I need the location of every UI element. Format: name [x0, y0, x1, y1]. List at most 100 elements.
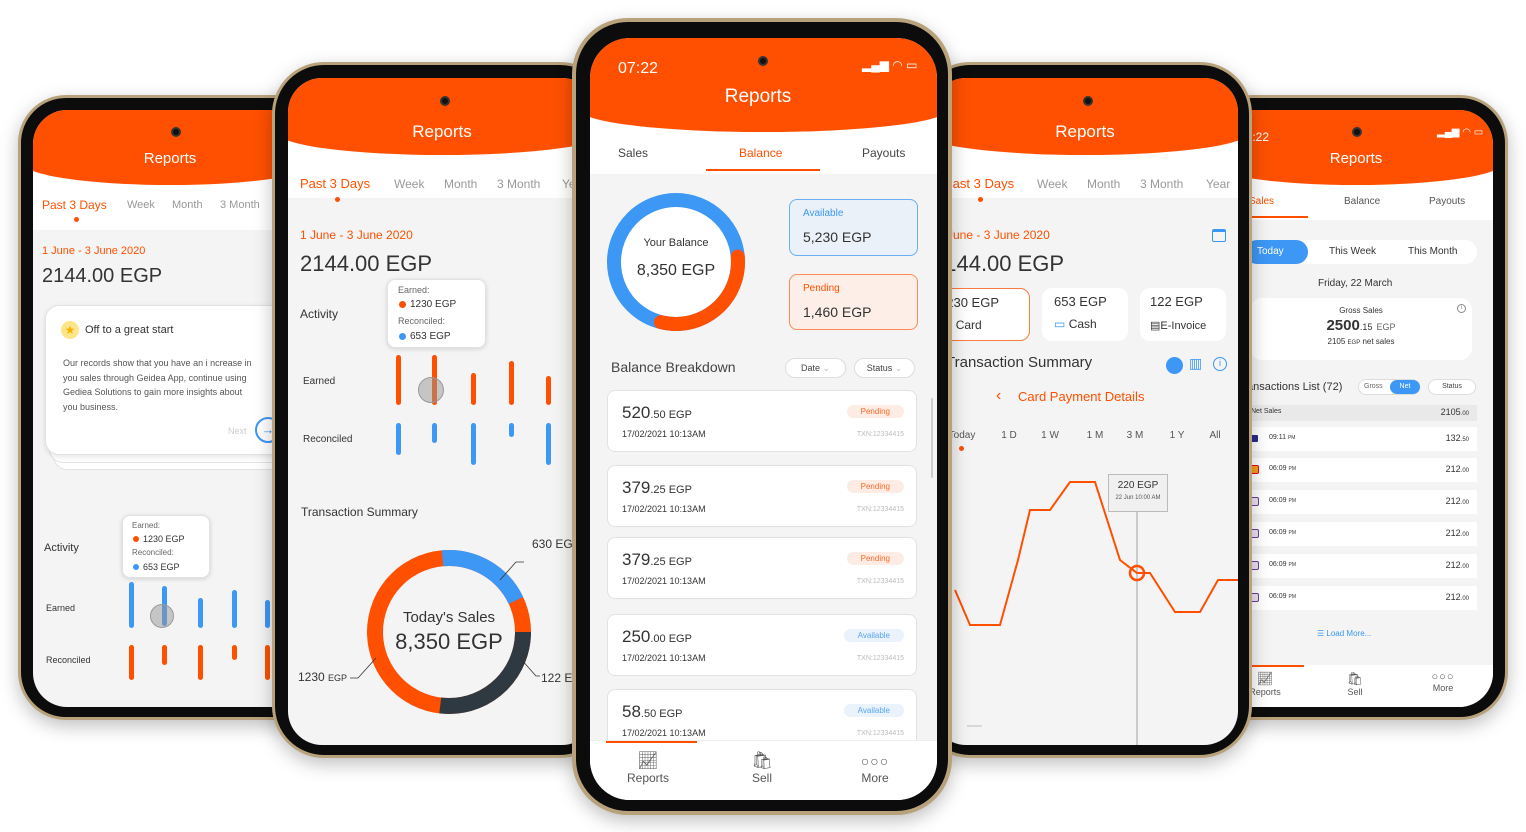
tab-sales[interactable]: Sales	[618, 146, 648, 160]
range-tab[interactable]: 1 Y	[1170, 430, 1185, 441]
amount-dec: .50 EGP	[650, 409, 692, 421]
earned-bar	[471, 373, 476, 405]
row-time: 06:09 PM	[1269, 593, 1296, 600]
range-tab[interactable]: 1 M	[1087, 430, 1104, 441]
range-tab[interactable]: 3 M	[1127, 430, 1144, 441]
nav-sell[interactable]: 🛍︎ Sell	[1347, 671, 1364, 697]
period-this-week[interactable]: This Week	[1329, 246, 1376, 257]
method-card-einvoice[interactable]: 122 EGP ▤E-Invoice	[1140, 288, 1226, 341]
range-tab[interactable]: Today	[949, 430, 976, 441]
tab-week[interactable]: Week	[127, 199, 155, 211]
transaction-row[interactable]: 06:09 PM 212.00	[1245, 554, 1477, 578]
range-tab[interactable]: 1 W	[1041, 430, 1059, 441]
status-badge: Pending	[846, 480, 904, 493]
tab-balance[interactable]: Balance	[1344, 196, 1380, 207]
tab-payouts[interactable]: Payouts	[862, 146, 905, 160]
row-time-value: 06:09	[1269, 529, 1287, 536]
toggle-net[interactable]: Net	[1390, 380, 1420, 394]
balance-breakdown-title: Balance Breakdown	[611, 359, 736, 375]
tooltip-reconciled-value: 653 EGP	[143, 562, 180, 572]
insight-body: Our records show that you have an i ncre…	[63, 358, 252, 412]
row-time: 06:09 PM	[1269, 465, 1296, 472]
tab-sales[interactable]: Sales	[1249, 196, 1274, 207]
pending-card[interactable]: Pending 1,460 EGP	[789, 274, 918, 330]
info-icon[interactable]: i	[1457, 304, 1466, 313]
tab-past-3-days[interactable]: Past 3 Days	[944, 176, 1014, 191]
tab-payouts[interactable]: Payouts	[1429, 196, 1465, 207]
tab-3-month[interactable]: 3 Month	[497, 177, 540, 191]
load-more-label: Load More...	[1326, 629, 1372, 638]
nav-reports-label: Reports	[1249, 687, 1281, 697]
tab-past-3-days[interactable]: Past 3 Days	[300, 176, 370, 191]
pie-chart-icon[interactable]	[1166, 357, 1183, 374]
load-more-button[interactable]: ☰ Load More...	[1317, 629, 1371, 638]
card-payment-details-title: Card Payment Details	[1018, 389, 1145, 404]
method-card-cash[interactable]: 653 EGP ▭ Cash	[1042, 288, 1128, 341]
tab-3-month[interactable]: 3 Month	[220, 199, 260, 211]
next-label: Next	[228, 426, 247, 436]
transaction-row[interactable]: 09:11 PM 132.50	[1245, 427, 1477, 451]
camera-icon	[758, 56, 768, 66]
status-badge: Pending	[846, 405, 904, 418]
range-tab[interactable]: 1 D	[1001, 430, 1017, 441]
status-filter[interactable]: Status	[1428, 379, 1476, 395]
period-this-month[interactable]: This Month	[1408, 246, 1457, 257]
transaction-row[interactable]: 06:09 PM 212.00	[1245, 490, 1477, 514]
item-txn: TXN:12334415	[856, 431, 904, 438]
back-chevron-icon[interactable]: ‹	[996, 387, 1001, 405]
transaction-row[interactable]: 06:09 PM 212.00	[1245, 586, 1477, 610]
nav-reports[interactable]: 📈︎ Reports	[1249, 671, 1281, 697]
balance-list-item[interactable]: 250.00 EGP 17/02/2021 10:13AM Available …	[607, 614, 917, 676]
gross-int: 2500	[1326, 317, 1360, 334]
transaction-row[interactable]: 06:09 PM 212.00	[1245, 458, 1477, 482]
available-card[interactable]: Available 5,230 EGP	[789, 199, 918, 256]
date-range: 1 June - 3 June 2020	[42, 245, 146, 257]
chevron-down-icon: ⌄	[894, 363, 903, 373]
tooltip-reconciled-label: Reconciled:	[132, 548, 174, 557]
tab-month[interactable]: Month	[172, 199, 203, 211]
tab-month[interactable]: Month	[1087, 177, 1120, 191]
range-tab[interactable]: All	[1209, 430, 1220, 441]
balance-list-item[interactable]: 520.50 EGP 17/02/2021 10:13AM Pending TX…	[607, 390, 917, 452]
chart-line-icon: 📈︎	[1256, 671, 1274, 686]
date-filter[interactable]: Date ⌄	[785, 358, 846, 378]
tab-3-month[interactable]: 3 Month	[1140, 177, 1183, 191]
amount-dec: .00 EGP	[650, 633, 692, 645]
calendar-icon[interactable]	[1212, 229, 1226, 242]
nav-more[interactable]: ○○○ More	[1432, 671, 1455, 693]
earned-bar	[265, 645, 270, 680]
tab-week[interactable]: Week	[1037, 177, 1067, 191]
reconciled-bar	[509, 423, 514, 437]
tab-week[interactable]: Week	[394, 177, 424, 191]
reconciled-label: Reconciled	[46, 655, 91, 665]
total-amount: 2144.00 EGP	[300, 251, 433, 276]
net-row-label: Net Sales	[1251, 408, 1282, 415]
toggle-gross[interactable]: Gross	[1364, 383, 1383, 390]
status-filter[interactable]: Status ⌄	[854, 358, 915, 378]
nav-sell[interactable]: 🛍︎ Sell	[751, 751, 773, 785]
scrollbar[interactable]	[931, 398, 933, 478]
tab-month[interactable]: Month	[444, 177, 477, 191]
tab-year[interactable]: Year	[1206, 177, 1230, 191]
info-icon[interactable]: i	[1213, 357, 1227, 371]
period-today[interactable]: Today	[1245, 240, 1308, 264]
phone-card-details-screen: Reports Past 3 Days Week Month 3 Month Y…	[932, 78, 1238, 745]
nav-reports[interactable]: 📈︎ Reports	[627, 751, 669, 785]
reconciled-bar	[265, 600, 270, 628]
row-amount-dec: .00	[1460, 596, 1469, 602]
shopping-bag-icon: 🛍︎	[1346, 671, 1364, 686]
page-title: Reports	[1055, 122, 1115, 141]
tab-balance[interactable]: Balance	[739, 146, 782, 160]
tab-past-3-days[interactable]: Past 3 Days	[42, 198, 107, 212]
bar-chart-icon[interactable]: ▥	[1189, 355, 1202, 372]
earned-bar	[396, 355, 401, 405]
selection-handle[interactable]	[418, 377, 444, 403]
net-value: 2105	[1327, 337, 1346, 346]
balance-list-item[interactable]: 379.25 EGP 17/02/2021 10:13AM Pending TX…	[607, 537, 917, 599]
nav-more[interactable]: ○○○ More	[861, 751, 889, 785]
selection-handle[interactable]	[150, 604, 174, 628]
selected-date: Friday, 22 March	[1318, 278, 1393, 289]
balance-list-item[interactable]: 379.25 EGP 17/02/2021 10:13AM Pending TX…	[607, 465, 917, 527]
transaction-row[interactable]: 06:09 PM 212.00	[1245, 522, 1477, 546]
earned-legend-dot	[399, 301, 406, 308]
